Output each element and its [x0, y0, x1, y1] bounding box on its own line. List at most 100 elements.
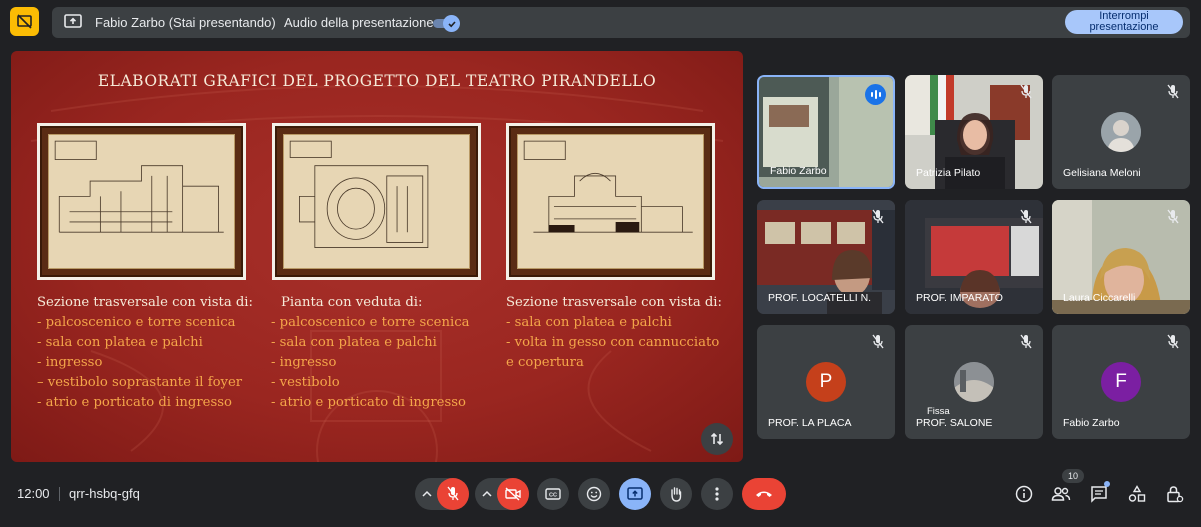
mic-off-icon — [1020, 84, 1032, 99]
participant-tile[interactable]: PROF. LOCATELLI N. — [757, 200, 895, 314]
participant-tile[interactable]: Fabio Zarbo — [757, 75, 895, 189]
captions-button[interactable]: CC — [537, 478, 569, 510]
avatar — [1101, 112, 1141, 152]
text-column-1: Sezione trasversale con vista di: - palc… — [37, 293, 253, 413]
chevron-up-icon — [422, 490, 432, 497]
divider — [59, 487, 60, 501]
chevron-up-icon — [482, 490, 492, 497]
emoji-button[interactable] — [578, 478, 610, 510]
column-heading: Pianta con veduta di: — [281, 295, 423, 310]
participant-tile[interactable]: Gelisiana Meloni — [1052, 75, 1190, 189]
end-call-icon — [756, 491, 772, 497]
mic-off-icon — [872, 209, 884, 224]
list-item: - sala con platea e palchi — [271, 335, 437, 350]
participant-name: Fabio Zarbo — [1063, 417, 1120, 429]
list-item: - atrio e porticato di ingresso — [271, 395, 466, 410]
meeting-code: qrr-hsbq-gfq — [69, 486, 140, 501]
text-column-2: Pianta con veduta di: - palcoscenico e t… — [271, 293, 469, 413]
host-controls-icon — [1167, 486, 1184, 503]
list-item: e copertura — [506, 355, 584, 370]
pin-label[interactable]: Fissa — [927, 406, 950, 417]
list-item: - vestibolo — [271, 375, 340, 390]
participant-tile[interactable]: Laura Ciccarelli — [1052, 200, 1190, 314]
activities-icon — [1128, 485, 1146, 502]
more-options-button[interactable] — [701, 478, 733, 510]
list-item: - sala con platea e palchi — [37, 335, 203, 350]
participant-name: Gelisiana Meloni — [1063, 167, 1141, 179]
drawing-section-2 — [506, 123, 715, 280]
no-present-icon[interactable] — [10, 7, 39, 36]
avatar: P — [806, 362, 846, 402]
list-item: - atrio e porticato di ingresso — [37, 395, 232, 410]
list-item: - sala con platea e palchi — [506, 315, 672, 330]
camera-off-icon — [505, 487, 521, 501]
leave-call-button[interactable] — [742, 478, 786, 510]
participant-name: Fabio Zarbo — [770, 165, 827, 177]
audio-label: Audio della presentazione — [284, 15, 434, 30]
mic-off-icon — [1167, 209, 1179, 224]
mic-options-button[interactable] — [417, 478, 437, 510]
participant-count-badge: 10 — [1062, 469, 1084, 483]
stop-presenting-button[interactable]: Interrompi presentazione — [1065, 10, 1183, 34]
swap-icon[interactable] — [701, 423, 733, 455]
participant-tile[interactable]: Patrizia Pilato — [905, 75, 1043, 189]
participant-name: PROF. LA PLACA — [768, 417, 852, 429]
host-controls-button[interactable] — [1164, 483, 1186, 505]
participant-name: PROF. SALONE — [916, 417, 993, 429]
check-icon — [443, 15, 460, 32]
mic-off-icon — [1020, 209, 1032, 224]
meet-window: Fabio Zarbo (Stai presentando) Audio del… — [0, 0, 1201, 527]
info-button[interactable] — [1013, 483, 1035, 505]
mic-off-icon — [872, 334, 884, 349]
list-item: - palcoscenico e torre scenica — [271, 315, 470, 330]
list-item: – vestibolo soprastante il foyer — [37, 375, 243, 390]
presentation-slide: ELABORATI GRAFICI DEL PROGETTO DEL TEATR… — [11, 51, 743, 462]
participant-name: PROF. IMPARATO — [916, 292, 1003, 304]
mic-off-icon — [1167, 334, 1179, 349]
emoji-icon — [586, 486, 602, 502]
chat-notification-dot — [1104, 481, 1110, 487]
raise-hand-button[interactable] — [660, 478, 692, 510]
clock: 12:00 — [17, 486, 50, 501]
mic-off-icon — [1167, 84, 1179, 99]
raise-hand-icon — [671, 487, 682, 502]
activities-button[interactable] — [1126, 483, 1148, 505]
chat-icon — [1091, 486, 1107, 503]
people-button[interactable] — [1050, 483, 1072, 505]
participant-tile[interactable]: PROF. IMPARATO — [905, 200, 1043, 314]
drawing-section-1 — [37, 123, 246, 280]
participant-tile[interactable]: F Fabio Zarbo — [1052, 325, 1190, 439]
avatar — [954, 362, 994, 402]
participant-name: PROF. LOCATELLI N. — [768, 292, 872, 304]
speaking-indicator-icon — [865, 84, 886, 105]
participant-tile[interactable]: Fissa PROF. SALONE — [905, 325, 1043, 439]
camera-options-button[interactable] — [477, 478, 497, 510]
mic-off-icon — [1020, 334, 1032, 349]
participant-name: Patrizia Pilato — [916, 167, 981, 179]
list-item: - volta in gesso con cannucciato — [506, 335, 720, 350]
slide-title: ELABORATI GRAFICI DEL PROGETTO DEL TEATR… — [97, 72, 657, 90]
participant-tile[interactable]: P PROF. LA PLACA — [757, 325, 895, 439]
presenting-banner: Fabio Zarbo (Stai presentando) Audio del… — [52, 7, 1190, 38]
participant-name: Laura Ciccarelli — [1063, 292, 1136, 304]
list-item: - ingresso — [37, 355, 103, 370]
audio-toggle[interactable] — [433, 15, 461, 32]
presenter-label: Fabio Zarbo (Stai presentando) — [95, 15, 276, 30]
list-item: - ingresso — [271, 355, 337, 370]
drawing-plan — [272, 123, 481, 280]
info-icon — [1015, 485, 1033, 503]
list-item: - palcoscenico e torre scenica — [37, 315, 236, 330]
present-icon — [627, 487, 643, 500]
present-button[interactable] — [619, 478, 651, 510]
column-heading: Sezione trasversale con vista di: — [37, 295, 253, 310]
more-icon — [715, 487, 719, 501]
people-icon — [1051, 487, 1071, 501]
mic-off-icon — [447, 486, 459, 501]
svg-text:CC: CC — [549, 493, 557, 499]
mic-button[interactable] — [437, 478, 469, 510]
avatar: F — [1101, 362, 1141, 402]
column-heading: Sezione trasversale con vista di: — [506, 295, 722, 310]
present-screen-icon — [64, 14, 82, 30]
captions-icon: CC — [545, 488, 561, 500]
camera-button[interactable] — [497, 478, 529, 510]
